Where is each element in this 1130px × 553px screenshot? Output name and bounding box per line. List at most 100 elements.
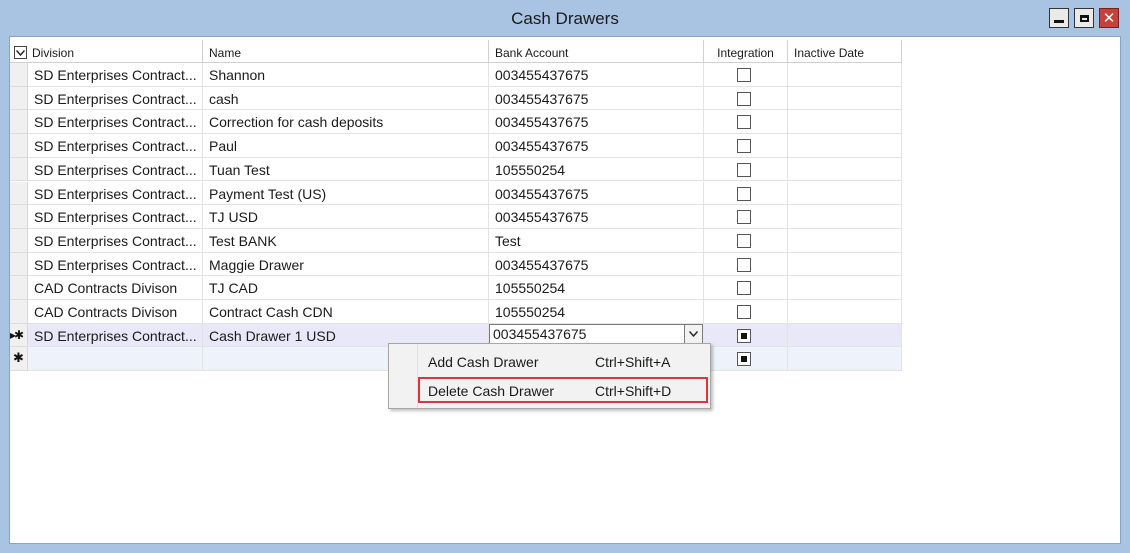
table-row[interactable]: CAD Contracts Divison TJ CAD 105550254 [10,276,902,300]
integration-checkbox[interactable] [737,352,751,367]
table-row[interactable]: CAD Contracts Divison Contract Cash CDN … [10,300,902,324]
integration-cell [704,276,788,300]
column-header-inactive-date[interactable]: Inactive Date [788,40,902,63]
column-header-bank-account[interactable]: Bank Account [489,40,704,63]
division-cell[interactable]: SD Enterprises Contract... [28,134,203,158]
division-cell[interactable]: SD Enterprises Contract... [28,181,203,206]
row-selector[interactable] [10,63,28,87]
name-cell[interactable]: Tuan Test [203,157,489,182]
minimize-button[interactable] [1049,8,1069,28]
table-row[interactable]: SD Enterprises Contract... Correction fo… [10,110,902,135]
inactive-date-cell[interactable] [788,252,902,277]
division-cell[interactable]: CAD Contracts Divison [28,276,203,300]
integration-checkbox[interactable] [737,328,751,343]
division-cell[interactable] [28,347,203,372]
division-cell[interactable]: SD Enterprises Contract... [28,205,203,229]
close-button[interactable]: ✕ [1099,8,1119,28]
bank-account-cell[interactable]: 105550254 [489,276,704,300]
bank-account-cell[interactable]: 003455437675 [489,252,704,277]
column-header-integration[interactable]: Integration [704,40,788,63]
integration-checkbox[interactable] [737,68,751,82]
integration-checkbox[interactable] [737,210,751,225]
inactive-date-cell[interactable] [788,323,902,348]
dropdown-button[interactable] [684,324,702,343]
row-selector[interactable] [10,134,28,158]
division-cell[interactable]: SD Enterprises Contract... [28,157,203,182]
row-selector-current[interactable]: ▸✱ [10,323,28,348]
integration-checkbox[interactable] [737,115,751,130]
row-selector[interactable] [10,276,28,300]
row-selector[interactable] [10,252,28,277]
integration-checkbox[interactable] [737,139,751,154]
integration-checkbox[interactable] [737,162,751,177]
name-cell[interactable]: TJ USD [203,205,489,229]
bank-account-cell[interactable]: 105550254 [489,300,704,324]
table-row[interactable]: SD Enterprises Contract... Payment Test … [10,181,902,206]
inactive-date-cell[interactable] [788,63,902,87]
name-cell[interactable]: Paul [203,134,489,158]
bank-account-cell[interactable]: 003455437675 [489,86,704,111]
name-cell[interactable]: Correction for cash deposits [203,110,489,135]
name-cell[interactable]: Test BANK [203,228,489,253]
name-cell[interactable]: Payment Test (US) [203,181,489,206]
menu-item-add-cash-drawer[interactable]: Add Cash Drawer Ctrl+Shift+A [418,348,708,374]
division-cell[interactable]: CAD Contracts Divison [28,300,203,324]
table-row[interactable]: SD Enterprises Contract... TJ USD 003455… [10,205,902,229]
title-bar[interactable]: Cash Drawers ✕ [0,0,1130,36]
bank-account-dropdown[interactable]: 003455437675 [489,323,703,344]
row-selector[interactable] [10,86,28,111]
inactive-date-cell[interactable] [788,134,902,158]
inactive-date-cell[interactable] [788,300,902,324]
inactive-date-cell[interactable] [788,86,902,111]
division-cell[interactable]: SD Enterprises Contract... [28,110,203,135]
table-row[interactable]: SD Enterprises Contract... Maggie Drawer… [10,252,902,277]
bank-account-cell[interactable]: 105550254 [489,157,704,182]
bank-account-cell[interactable]: 003455437675 [489,134,704,158]
division-cell[interactable]: SD Enterprises Contract... [28,252,203,277]
inactive-date-cell[interactable] [788,276,902,300]
division-cell[interactable]: SD Enterprises Contract... [28,323,203,348]
column-chooser-button[interactable] [14,46,27,59]
division-cell[interactable]: SD Enterprises Contract... [28,228,203,253]
new-row-marker[interactable]: ✱ [10,347,28,372]
bank-account-cell[interactable]: Test [489,228,704,253]
division-cell[interactable]: SD Enterprises Contract... [28,63,203,87]
table-row[interactable]: SD Enterprises Contract... Tuan Test 105… [10,157,902,182]
table-row[interactable]: SD Enterprises Contract... cash 00345543… [10,86,902,111]
row-selector[interactable] [10,181,28,206]
row-selector[interactable] [10,157,28,182]
menu-item-delete-cash-drawer[interactable]: Delete Cash Drawer Ctrl+Shift+D [418,377,708,403]
bank-account-cell[interactable]: 003455437675 [489,63,704,87]
integration-checkbox[interactable] [737,91,751,106]
inactive-date-cell[interactable] [788,228,902,253]
row-selector[interactable] [10,205,28,229]
bank-account-cell[interactable]: 003455437675 [489,110,704,135]
bank-account-cell[interactable]: 003455437675 [489,181,704,206]
row-selector[interactable] [10,228,28,253]
name-cell[interactable]: cash [203,86,489,111]
name-cell[interactable]: Shannon [203,63,489,87]
integration-checkbox[interactable] [737,233,751,248]
inactive-date-cell[interactable] [788,110,902,135]
inactive-date-cell[interactable] [788,181,902,206]
table-row[interactable]: SD Enterprises Contract... Shannon 00345… [10,63,902,87]
inactive-date-cell[interactable] [788,205,902,229]
column-header-name[interactable]: Name [203,40,489,63]
table-row[interactable]: SD Enterprises Contract... Paul 00345543… [10,134,902,158]
name-cell[interactable]: Contract Cash CDN [203,300,489,324]
integration-checkbox[interactable] [737,281,751,296]
column-header-division[interactable]: Division [10,40,203,63]
maximize-button[interactable] [1074,8,1094,28]
inactive-date-cell[interactable] [788,347,902,372]
division-cell[interactable]: SD Enterprises Contract... [28,86,203,111]
inactive-date-cell[interactable] [788,157,902,182]
integration-checkbox[interactable] [737,257,751,272]
name-cell[interactable]: TJ CAD [203,276,489,300]
integration-checkbox[interactable] [737,305,751,319]
row-selector[interactable] [10,300,28,324]
name-cell[interactable]: Maggie Drawer [203,252,489,277]
bank-account-cell[interactable]: 003455437675 [489,205,704,229]
integration-checkbox[interactable] [737,186,751,201]
row-selector[interactable] [10,110,28,135]
table-row[interactable]: SD Enterprises Contract... Test BANK Tes… [10,228,902,253]
